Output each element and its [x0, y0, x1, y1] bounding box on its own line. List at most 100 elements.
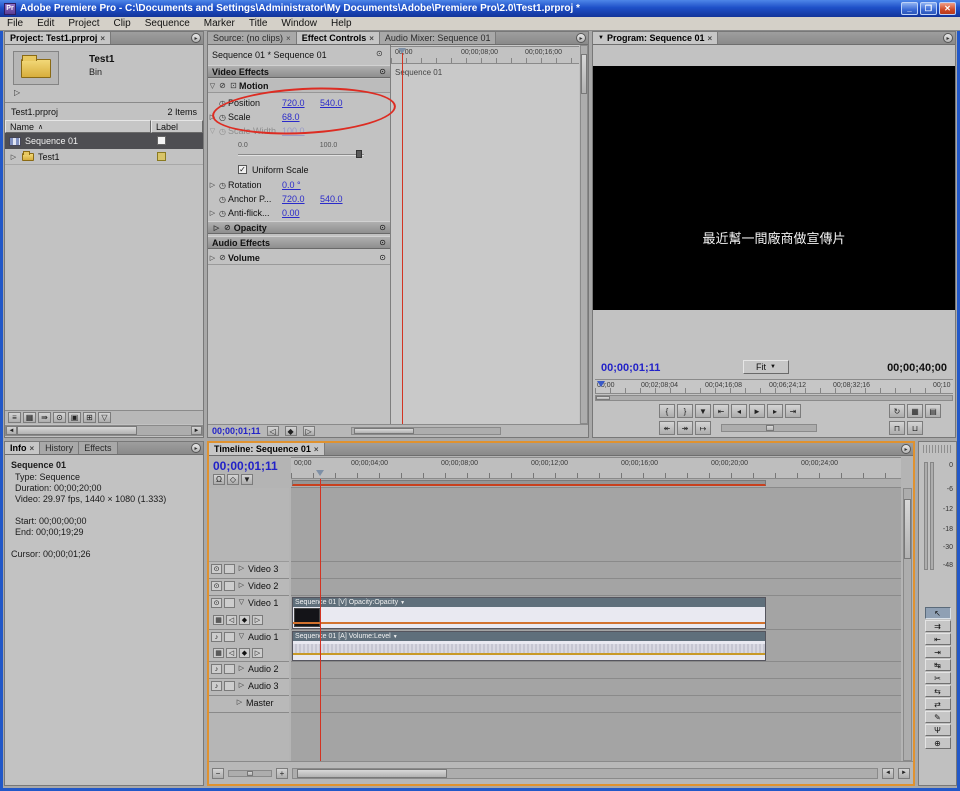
vertical-scrollbar[interactable] — [580, 45, 588, 424]
position-y-value[interactable]: 540.0 — [320, 98, 343, 108]
menu-edit[interactable]: Edit — [30, 17, 61, 30]
lock-toggle[interactable] — [224, 581, 235, 591]
speaker-icon[interactable]: ♪ — [211, 632, 222, 642]
new-bin-button[interactable]: ▣ — [68, 412, 81, 423]
list-view-button[interactable]: ≡ — [8, 412, 21, 423]
collapsed-icon[interactable]: ▷ — [208, 113, 217, 121]
extract-button[interactable]: ⊔ — [907, 421, 923, 435]
keyframe-add-button[interactable]: ◆ — [285, 426, 297, 436]
scrub-thumb[interactable] — [596, 396, 610, 400]
close-icon[interactable]: × — [314, 445, 319, 454]
panel-menu-button[interactable]: ▸ — [191, 443, 201, 453]
new-item-button[interactable]: ⊞ — [83, 412, 96, 423]
uniform-scale-checkbox[interactable]: ✓ — [238, 165, 247, 174]
anchor-x-value[interactable]: 720.0 — [282, 194, 320, 204]
display-style-icon[interactable]: ▦ — [213, 615, 224, 625]
zoom-out-button[interactable]: − — [212, 768, 224, 779]
panel-menu-button[interactable]: ▸ — [943, 33, 953, 43]
tab-audio-mixer[interactable]: Audio Mixer: Sequence 01 — [380, 32, 497, 44]
fx-toggle-icon[interactable]: ⊘ — [217, 253, 228, 262]
lock-toggle[interactable] — [224, 564, 235, 574]
volume-rubber-band[interactable] — [293, 653, 765, 655]
horizontal-scrollbar[interactable]: ◄ ► — [5, 425, 203, 436]
scale-width-value[interactable]: 100.0 — [282, 126, 305, 136]
scrollbar-thumb[interactable] — [581, 54, 587, 94]
program-scrub-strip[interactable] — [595, 395, 953, 401]
timeline-playhead-caret[interactable] — [316, 470, 324, 476]
expand-icon[interactable]: ▷ — [9, 153, 18, 161]
menu-project[interactable]: Project — [61, 17, 106, 30]
track-content-audio3[interactable] — [291, 679, 901, 696]
slip-tool[interactable]: ⇆ — [925, 685, 951, 697]
keyframe-prev-button[interactable]: ◁ — [267, 426, 279, 436]
set-in-button[interactable]: { — [659, 404, 675, 418]
timeline-timecode[interactable]: 00;00;01;11 — [213, 459, 278, 473]
snap-button[interactable]: Ω — [213, 474, 225, 485]
menu-marker[interactable]: Marker — [197, 17, 242, 30]
stopwatch-icon[interactable]: ◷ — [217, 195, 228, 204]
menu-help[interactable]: Help — [324, 17, 359, 30]
stopwatch-icon[interactable]: ◷ — [217, 113, 228, 122]
timeline-playhead-line[interactable] — [320, 479, 321, 761]
collapsed-icon[interactable]: ▷ — [208, 181, 217, 189]
eye-icon[interactable]: ⊙ — [211, 581, 222, 591]
track-content-video2[interactable] — [291, 579, 901, 596]
scroll-left-icon[interactable]: ◄ — [6, 426, 17, 435]
step-forward-button[interactable]: ▸ — [767, 404, 783, 418]
opacity-effect-row[interactable]: ▷ ⊘ Opacity ⊙ — [208, 221, 390, 234]
show-keyframes-icon[interactable]: ⊙ — [376, 49, 383, 58]
collapsed-icon[interactable]: ▷ — [212, 224, 221, 232]
pen-tool[interactable]: ✎ — [925, 711, 951, 723]
chevron-down-icon[interactable]: ▼ — [393, 634, 398, 640]
close-icon[interactable]: × — [369, 34, 374, 43]
scroll-left-icon[interactable]: ◄ — [882, 768, 894, 779]
work-area-bar[interactable] — [291, 479, 901, 488]
panel-menu-button[interactable]: ▸ — [576, 33, 586, 43]
expanded-icon[interactable]: ▽ — [237, 598, 246, 606]
safe-margins-button[interactable]: ▦ — [907, 404, 923, 418]
scale-slider-handle[interactable] — [356, 150, 362, 158]
keyframe-add-icon[interactable]: ◆ — [239, 615, 250, 625]
anti-flicker-value[interactable]: 0.00 — [282, 208, 300, 218]
go-to-out-button[interactable]: ⇥ — [785, 404, 801, 418]
icon-view-button[interactable]: ▦ — [23, 412, 36, 423]
scrollbar-thumb[interactable] — [297, 769, 447, 778]
anchor-y-value[interactable]: 540.0 — [320, 194, 343, 204]
label-swatch[interactable] — [157, 136, 166, 145]
program-playhead-caret[interactable] — [597, 381, 605, 387]
expanded-icon[interactable]: ▽ — [208, 82, 217, 90]
project-row-test1[interactable]: ▷ Test1 — [5, 149, 203, 165]
zoom-tool[interactable]: ⊕ — [925, 737, 951, 749]
maximize-button[interactable]: ❐ — [920, 2, 937, 15]
output-button[interactable]: ▤ — [925, 404, 941, 418]
fit-dropdown[interactable]: Fit ▼ — [743, 360, 789, 374]
automate-to-sequence-button[interactable]: ⇛ — [38, 412, 51, 423]
menu-clip[interactable]: Clip — [106, 17, 137, 30]
go-to-in-button[interactable]: ⇤ — [713, 404, 729, 418]
ripple-edit-tool[interactable]: ⇤ — [925, 633, 951, 645]
scroll-right-icon[interactable]: ► — [191, 426, 202, 435]
speaker-icon[interactable]: ♪ — [211, 664, 222, 674]
audio-clip[interactable]: Sequence 01 [A] Volume:Level ▼ — [292, 631, 766, 661]
shuttle-slider[interactable] — [721, 424, 817, 432]
display-style-icon[interactable]: ▦ — [213, 648, 224, 658]
stopwatch-icon[interactable]: ◷ — [217, 99, 228, 108]
lock-toggle[interactable] — [224, 598, 235, 608]
close-icon[interactable]: × — [286, 34, 291, 43]
close-icon[interactable]: × — [100, 34, 105, 43]
toggle-circle-icon[interactable]: ⊙ — [379, 223, 386, 232]
collapsed-icon[interactable]: ▷ — [208, 254, 217, 262]
jump-back-button[interactable]: ↞ — [659, 421, 675, 435]
tab-history[interactable]: History — [40, 442, 79, 454]
find-button[interactable]: ⊙ — [53, 412, 66, 423]
keyframe-next-button[interactable]: ▷ — [303, 426, 315, 436]
close-icon[interactable]: × — [30, 444, 35, 453]
keyframe-next-icon[interactable]: ▷ — [252, 615, 263, 625]
effects-timecode[interactable]: 00;00;01;11 — [212, 426, 261, 436]
add-marker-button[interactable]: ▼ — [695, 404, 711, 418]
drag-handle[interactable] — [923, 445, 952, 453]
keyframe-prev-icon[interactable]: ◁ — [226, 615, 237, 625]
set-marker-button[interactable]: ▼ — [241, 474, 253, 485]
preview-play-icon[interactable]: ▷ — [14, 88, 20, 97]
tab-source[interactable]: Source: (no clips) × — [208, 32, 297, 44]
